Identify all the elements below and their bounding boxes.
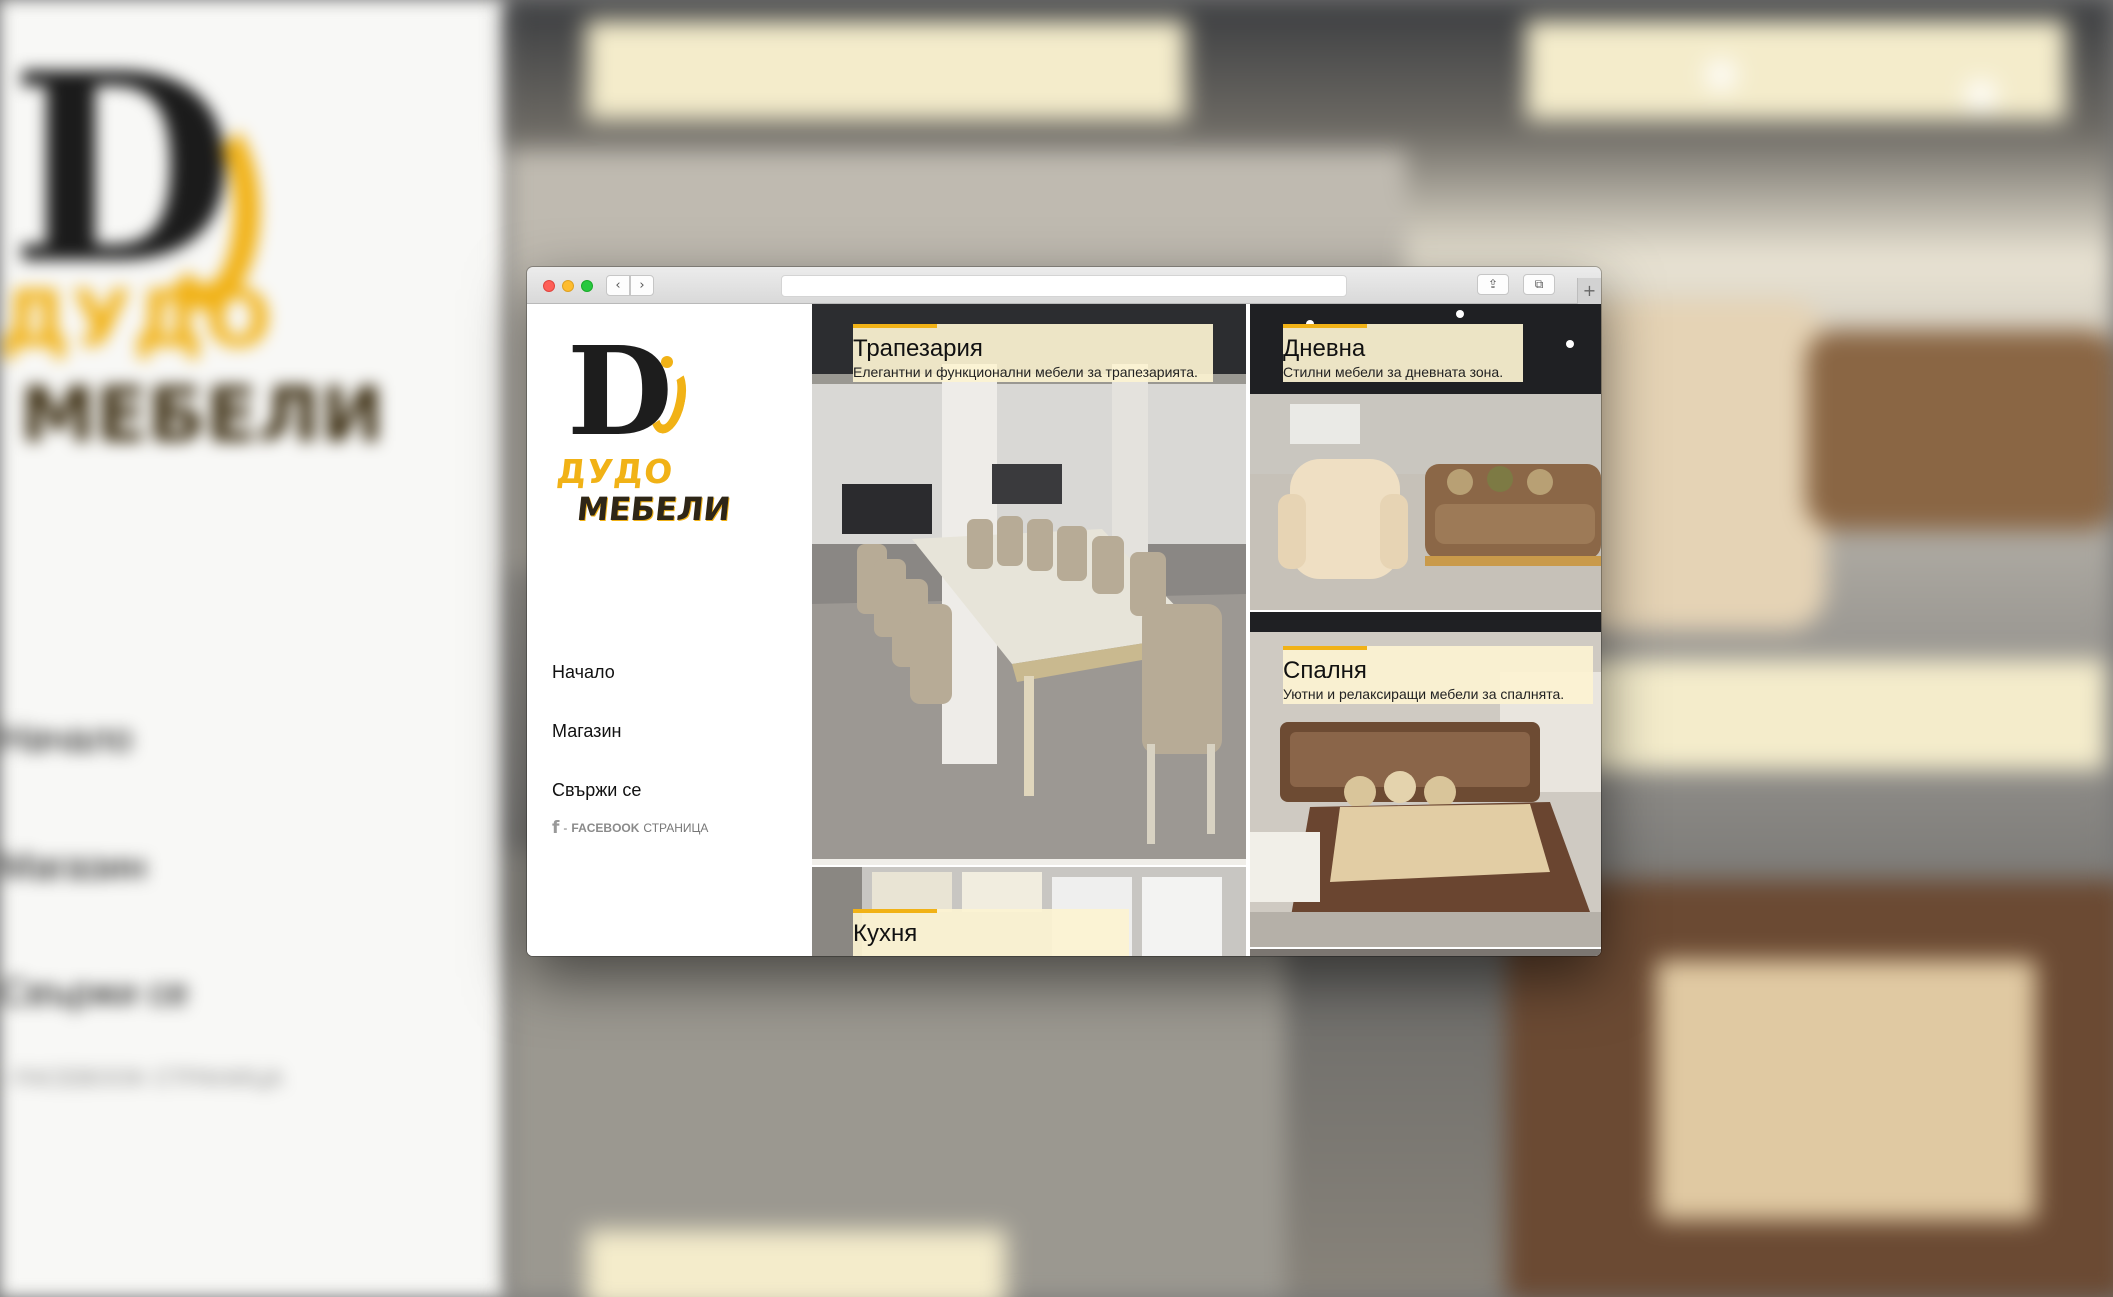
nav-link-shop[interactable]: Магазин — [552, 721, 621, 742]
zoom-window-button[interactable] — [581, 280, 593, 292]
facebook-label: FACEBOOK — [571, 821, 640, 835]
backdrop-nav-item: Магазин — [0, 846, 147, 888]
forward-button[interactable]: › — [630, 275, 654, 296]
facebook-page-link[interactable]: f - FACEBOOK СТРАНИЦА — [552, 818, 708, 838]
tab-overview-button[interactable]: ⧉ — [1523, 274, 1555, 295]
facebook-label-rest: СТРАНИЦА — [643, 821, 709, 835]
tile-title: Трапезария — [853, 335, 983, 362]
backdrop-sidebar: D ДУДО МЕБЕЛИ Начало Магазин Свържи се -… — [0, 0, 506, 1297]
tile-caption: Кухня — [853, 909, 1129, 956]
site-logo[interactable]: D ДУДО МЕБЕЛИ — [554, 330, 732, 534]
category-tile-kitchen[interactable]: Кухня — [812, 867, 1246, 956]
tile-caption: Дневна Стилни мебели за дневната зона. — [1283, 324, 1523, 383]
browser-window: ‹ › ⇪ ⧉ + D ДУДО МЕБЕЛИ Начало Магазин С… — [527, 267, 1601, 956]
category-tile-living-room[interactable]: Дневна Стилни мебели за дневната зона. — [1250, 304, 1601, 610]
category-tile-bedroom[interactable]: Спалня Уютни и релаксиращи мебели за спа… — [1250, 612, 1601, 947]
category-tile-dining[interactable]: Трапезария Елегантни и функционални мебе… — [812, 304, 1246, 865]
backdrop-nav-item: Начало — [0, 718, 133, 760]
tile-title: Спалня — [1283, 657, 1367, 684]
facebook-prefix: - — [563, 821, 568, 835]
nav-link-home[interactable]: Начало — [552, 662, 615, 683]
backdrop-nav-item: Свържи се — [0, 972, 189, 1014]
dining-room-photo — [812, 304, 1246, 865]
share-icon: ⇪ — [1487, 277, 1499, 291]
backdrop-facebook-line: - FACEBOOK СТРАНИЦА — [0, 1065, 284, 1092]
plus-icon: + — [1582, 281, 1597, 300]
share-button[interactable]: ⇪ — [1477, 274, 1509, 295]
minimize-window-button[interactable] — [562, 280, 574, 292]
tile-title: Кухня — [853, 920, 918, 947]
logo-dot — [661, 356, 673, 368]
backdrop-logo-line1: ДУДО — [0, 275, 274, 365]
logo-text-line1: ДУДО — [554, 452, 676, 491]
tile-title: Дневна — [1283, 335, 1366, 362]
tile-description: Елегантни и функционални мебели за трапе… — [853, 364, 1198, 381]
facebook-icon: f — [552, 818, 560, 838]
tile-caption: Спалня Уютни и релаксиращи мебели за спа… — [1283, 646, 1593, 705]
close-window-button[interactable] — [543, 280, 555, 292]
nav-link-contact[interactable]: Свържи се — [552, 780, 641, 801]
chevron-left-icon: ‹ — [615, 278, 621, 293]
back-button[interactable]: ‹ — [606, 275, 630, 296]
chevron-right-icon: › — [639, 278, 645, 293]
backdrop-logo-line2: МЕБЕЛИ — [20, 370, 385, 459]
tile-caption: Трапезария Елегантни и функционални мебе… — [853, 324, 1213, 383]
tabs-icon: ⧉ — [1534, 277, 1544, 291]
tile-description: Уютни и релаксиращи мебели за спалнята. — [1283, 686, 1565, 703]
web-page: D ДУДО МЕБЕЛИ Начало Магазин Свържи се f… — [527, 304, 1601, 956]
browser-toolbar: ‹ › ⇪ ⧉ + — [527, 267, 1601, 304]
sidebar: D ДУДО МЕБЕЛИ Начало Магазин Свържи се f… — [527, 304, 812, 956]
address-bar[interactable] — [781, 275, 1347, 297]
logo-text-line2: МЕБЕЛИ — [575, 490, 733, 528]
new-tab-button[interactable]: + — [1577, 278, 1601, 304]
tile-description: Стилни мебели за дневната зона. — [1283, 364, 1504, 381]
category-tile-partial[interactable] — [1250, 949, 1601, 956]
